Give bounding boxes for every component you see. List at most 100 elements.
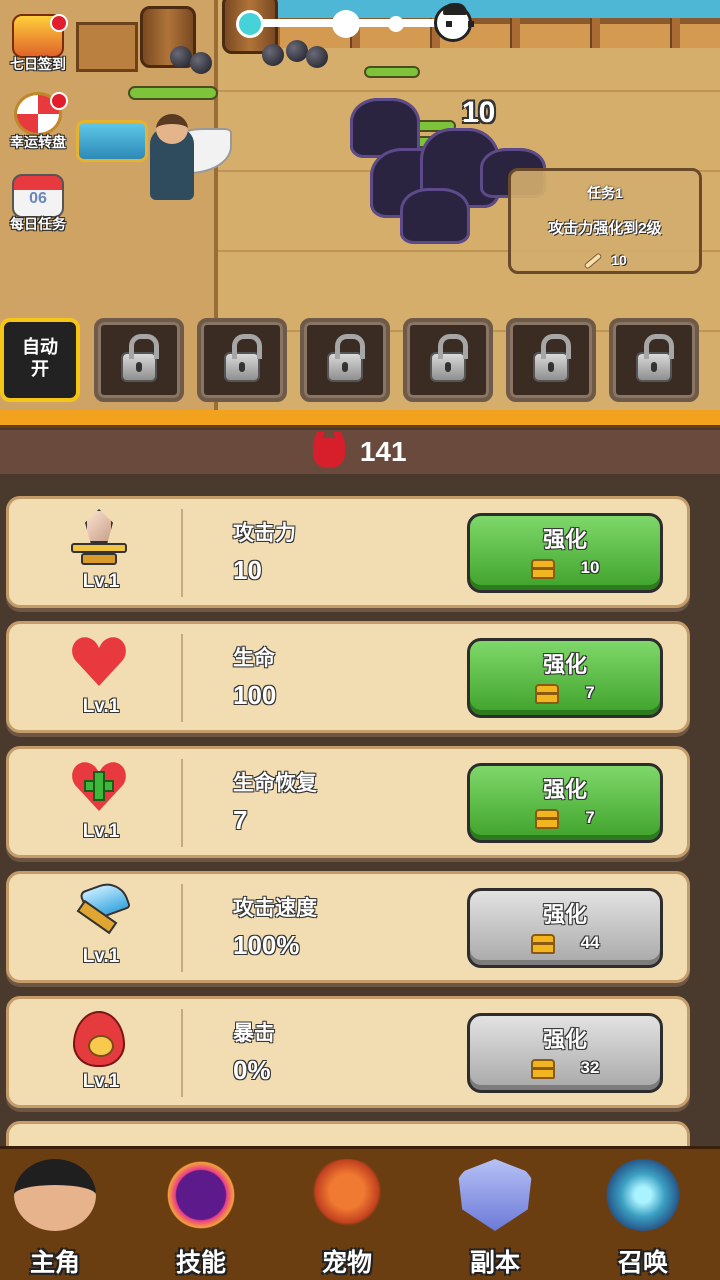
side-button-label: 每日任务	[10, 216, 66, 232]
upgrade-value: 10	[233, 555, 262, 585]
upgrade-name: 攻击力	[233, 522, 296, 545]
side-button-label: 幸运转盘	[10, 134, 66, 150]
dragon-pet-icon	[306, 1159, 388, 1231]
lock-icon	[533, 334, 571, 382]
nav-label: 技能	[175, 1249, 226, 1277]
upgrade-value: 100%	[233, 930, 300, 960]
upgrade-row-attack: Lv.1 攻击力 10 强化 10	[6, 496, 690, 608]
auto-label-line2: 开	[31, 359, 49, 379]
nav-label: 召唤	[617, 1249, 668, 1277]
notification-badge	[50, 14, 68, 32]
enemy-hp-bar	[364, 66, 420, 78]
dungeon-shield-icon	[458, 1159, 532, 1231]
skill-slot-locked[interactable]	[506, 318, 596, 402]
nav-dungeon[interactable]: 副本	[440, 1159, 550, 1277]
upgrade-cost: 32	[580, 1058, 600, 1077]
upgrade-level: Lv.1	[82, 821, 120, 842]
upgrade-level: Lv.1	[82, 571, 120, 592]
seven-day-checkin-button[interactable]: 七日签到	[0, 14, 76, 74]
pirate-captain-icon	[14, 1159, 96, 1231]
upgrade-name: 生命	[233, 647, 275, 670]
task-panel[interactable]: 任务1 攻击力强化到2级 10	[508, 168, 702, 274]
hero-character	[120, 108, 232, 218]
lock-icon	[636, 334, 674, 382]
upgrade-cost: 10	[580, 558, 600, 577]
upgrade-level: Lv.1	[82, 696, 120, 717]
calendar-icon: 06	[12, 174, 64, 218]
task-description: 攻击力强化到2级	[548, 220, 662, 237]
treasure-chest-icon	[535, 808, 560, 829]
upgrade-name: 生命恢复	[233, 772, 317, 795]
cannonball-prop	[190, 52, 212, 74]
lock-icon	[224, 334, 262, 382]
battle-scene: 七日签到 幸运转盘 06 每日任务 10 任务1 攻击力强化到2级 10 自动 …	[0, 0, 720, 412]
bone-icon	[583, 252, 603, 271]
lock-icon	[430, 334, 468, 382]
nav-summon[interactable]: 召唤	[588, 1159, 698, 1277]
upgrade-regen-button[interactable]: 强化 7	[467, 763, 663, 843]
upgrade-button-label: 强化	[542, 652, 587, 677]
wave-progress	[236, 3, 474, 44]
upgrade-row-health: Lv.1 生命 100 强化 7	[6, 621, 690, 733]
auto-skill-toggle[interactable]: 自动 开	[0, 318, 80, 402]
upgrade-button-label: 强化	[542, 527, 587, 552]
upgrade-health-button[interactable]: 强化 7	[467, 638, 663, 718]
upgrade-value: 7	[233, 805, 248, 835]
skill-slot-locked[interactable]	[300, 318, 390, 402]
fire-icon	[67, 1009, 131, 1069]
skill-slot-locked[interactable]	[609, 318, 699, 402]
upgrade-row-partial	[6, 1121, 690, 1146]
skill-slot-locked[interactable]	[197, 318, 287, 402]
upgrade-attack-speed-button[interactable]: 强化 44	[467, 888, 663, 968]
sword-icon	[67, 509, 131, 569]
task-title: 任务1	[587, 185, 623, 201]
cannonball-prop	[306, 46, 328, 68]
currency-bar: 141	[0, 430, 720, 474]
upgrade-row-attack-speed: Lv.1 攻击速度 100% 强化 44	[6, 871, 690, 983]
lock-icon	[327, 334, 365, 382]
upgrade-button-label: 强化	[542, 777, 587, 802]
upgrade-cost: 44	[580, 933, 600, 952]
upgrade-button-label: 强化	[542, 1027, 587, 1052]
side-button-label: 七日签到	[10, 56, 66, 72]
wave-node	[332, 10, 360, 38]
upgrade-level: Lv.1	[82, 1071, 120, 1092]
axe-icon	[67, 877, 132, 944]
heart-plus-icon	[69, 759, 129, 813]
upgrade-cost: 7	[585, 683, 595, 702]
bottom-nav: 主角 技能 宠物 副本 召唤	[0, 1146, 720, 1280]
upgrade-level: Lv.1	[82, 946, 120, 967]
nav-skills[interactable]: 技能	[146, 1159, 256, 1277]
summon-portal-icon	[602, 1159, 684, 1231]
lock-icon	[121, 334, 159, 382]
upgrade-list[interactable]: Lv.1 攻击力 10 强化 10 Lv.1 生命 100 强化 7 Lv.1 …	[0, 474, 720, 1146]
skill-slot-locked[interactable]	[94, 318, 184, 402]
auto-label-line1: 自动	[22, 337, 58, 357]
devil-icon	[313, 437, 346, 468]
cannonball-prop	[170, 46, 192, 68]
task-reward: 10	[511, 252, 699, 271]
daily-task-button[interactable]: 06 每日任务	[0, 174, 76, 234]
currency-value: 141	[359, 436, 407, 467]
nav-hero[interactable]: 主角	[0, 1159, 110, 1277]
upgrade-row-crit: Lv.1 暴击 0% 强化 32	[6, 996, 690, 1108]
damage-number: 10	[462, 96, 496, 129]
treasure-chest-icon	[535, 683, 560, 704]
upgrade-attack-button[interactable]: 强化 10	[467, 513, 663, 593]
cannonball-prop	[262, 44, 284, 66]
nav-label: 副本	[469, 1249, 520, 1277]
treasure-chest-icon	[530, 1058, 555, 1079]
upgrade-value: 100	[233, 680, 277, 710]
nav-pets[interactable]: 宠物	[292, 1159, 402, 1277]
heart-icon	[69, 634, 129, 688]
skull-pirate-icon	[434, 3, 474, 42]
upgrade-button-label: 强化	[542, 902, 587, 927]
skill-slot-locked[interactable]	[403, 318, 493, 402]
wave-node-current	[236, 10, 264, 38]
upgrade-row-regen: Lv.1 生命恢复 7 强化 7	[6, 746, 690, 858]
treasure-chest-icon	[530, 933, 555, 954]
upgrade-crit-button[interactable]: 强化 32	[467, 1013, 663, 1093]
lucky-wheel-button[interactable]: 幸运转盘	[0, 92, 76, 152]
treasure-chest-icon	[530, 558, 555, 579]
upgrade-name: 暴击	[233, 1022, 275, 1045]
